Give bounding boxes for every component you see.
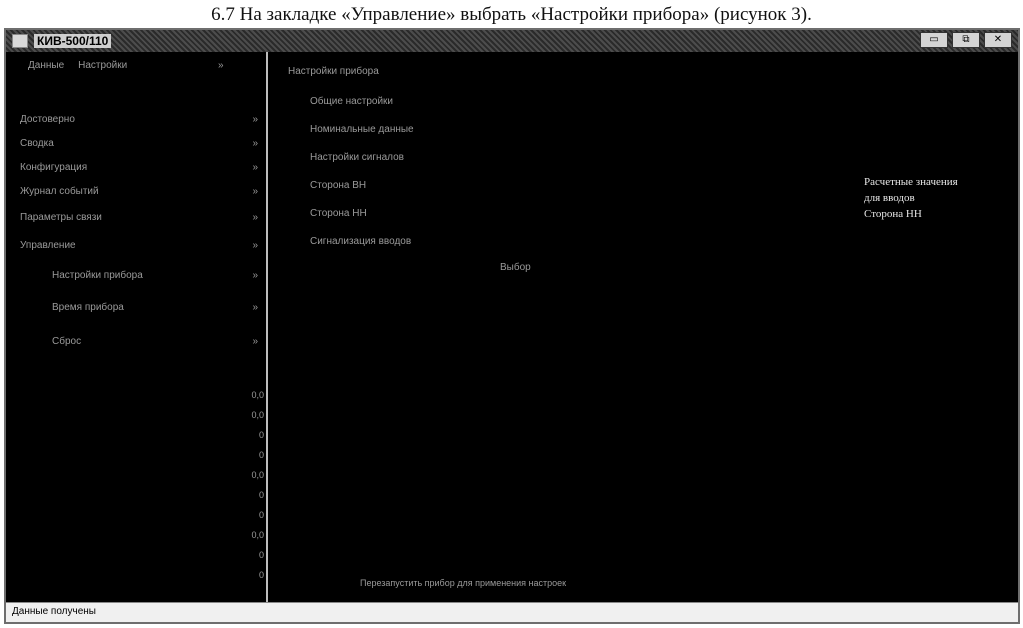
sidebar-item-configuration[interactable]: Конфигурация » [20,162,260,178]
sidebar: Данные Настройки » Достоверно » Сводка »… [6,52,268,602]
value-readout: 0 [258,450,264,460]
chevron-right-icon: » [252,162,258,173]
status-bar: Данные получены [6,602,1018,622]
menu-item-side-hv[interactable]: Сторона ВН [310,180,366,191]
sidebar-item-control[interactable]: Управление » [20,240,260,256]
sidebar-item-label: Достоверно [20,114,75,125]
title-bar[interactable]: КИВ-500/110 ▭ ⧉ ✕ [6,30,1018,52]
sidebar-item-reset[interactable]: Сброс » [52,336,260,352]
sidebar-item-device-time[interactable]: Время прибора » [52,302,260,318]
close-button[interactable]: ✕ [984,32,1012,48]
sidebar-collapse-icon[interactable]: » [218,60,224,71]
calc-values-line: для вводов [864,192,915,204]
menu-item-general[interactable]: Общие настройки [310,96,393,107]
sidebar-item-event-log[interactable]: Журнал событий » [20,186,260,202]
value-readout: 0,0 [251,530,264,540]
menu-item-side-lv[interactable]: Сторона НН [310,208,367,219]
chevron-right-icon: » [252,302,258,313]
sidebar-item-label: Сводка [20,138,54,149]
chevron-right-icon: » [252,114,258,125]
tab-data[interactable]: Данные [28,60,64,71]
value-readout: 0 [258,570,264,580]
main-panel: Настройки прибора Общие настройки Номина… [268,52,1018,602]
minimize-button[interactable]: ▭ [920,32,948,48]
chevron-right-icon: » [252,270,258,281]
page-title: Настройки прибора [288,66,379,77]
value-readout: 0 [258,430,264,440]
value-readout: 0 [258,490,264,500]
chevron-right-icon: » [252,138,258,149]
sidebar-item-label: Время прибора [52,302,124,313]
calc-values-line: Сторона НН [864,208,922,220]
bottom-hint: Перезапустить прибор для применения наст… [360,578,567,588]
window-title: КИВ-500/110 [34,34,112,48]
sidebar-values: 0,0 0,0 0 0 0,0 0 0 0,0 0 0 [228,390,264,590]
value-readout: 0,0 [251,390,264,400]
value-readout: 0 [258,550,264,560]
calc-values-line: Расчетные значения [864,176,958,188]
sidebar-tabs: Данные Настройки [28,60,127,71]
sidebar-item-label: Настройки прибора [52,270,143,281]
app-icon [12,34,28,48]
chevron-right-icon: » [252,212,258,223]
tab-settings[interactable]: Настройки [78,60,127,71]
sidebar-item-label: Управление [20,240,76,251]
sidebar-item-label: Параметры связи [20,212,102,223]
sidebar-item-label: Журнал событий [20,186,99,197]
value-readout: 0,0 [251,410,264,420]
chevron-right-icon: » [252,186,258,197]
sidebar-item-label: Конфигурация [20,162,88,173]
window-controls: ▭ ⧉ ✕ [920,32,1012,48]
sidebar-item-connection[interactable]: Параметры связи » [20,212,260,228]
status-note: Выбор [500,262,531,273]
document-caption: 6.7 На закладке «Управление» выбрать «На… [211,4,812,25]
value-readout: 0 [258,510,264,520]
chevron-down-icon: » [252,240,258,251]
sidebar-item-reliable[interactable]: Достоверно » [20,114,260,130]
menu-item-signals[interactable]: Настройки сигналов [310,152,404,163]
menu-item-alarm[interactable]: Сигнализация вводов [310,236,411,247]
restore-button[interactable]: ⧉ [952,32,980,48]
app-window: КИВ-500/110 ▭ ⧉ ✕ Данные Настройки » Дос… [4,28,1020,624]
chevron-right-icon: » [252,336,258,347]
sidebar-item-label: Сброс [52,336,82,347]
calc-values-label: Расчетные значения для вводов Сторона НН [864,174,958,222]
sidebar-item-device-settings[interactable]: Настройки прибора » [52,270,260,286]
sidebar-item-summary[interactable]: Сводка » [20,138,260,154]
value-readout: 0,0 [251,470,264,480]
menu-item-nominal[interactable]: Номинальные данные [310,124,414,135]
